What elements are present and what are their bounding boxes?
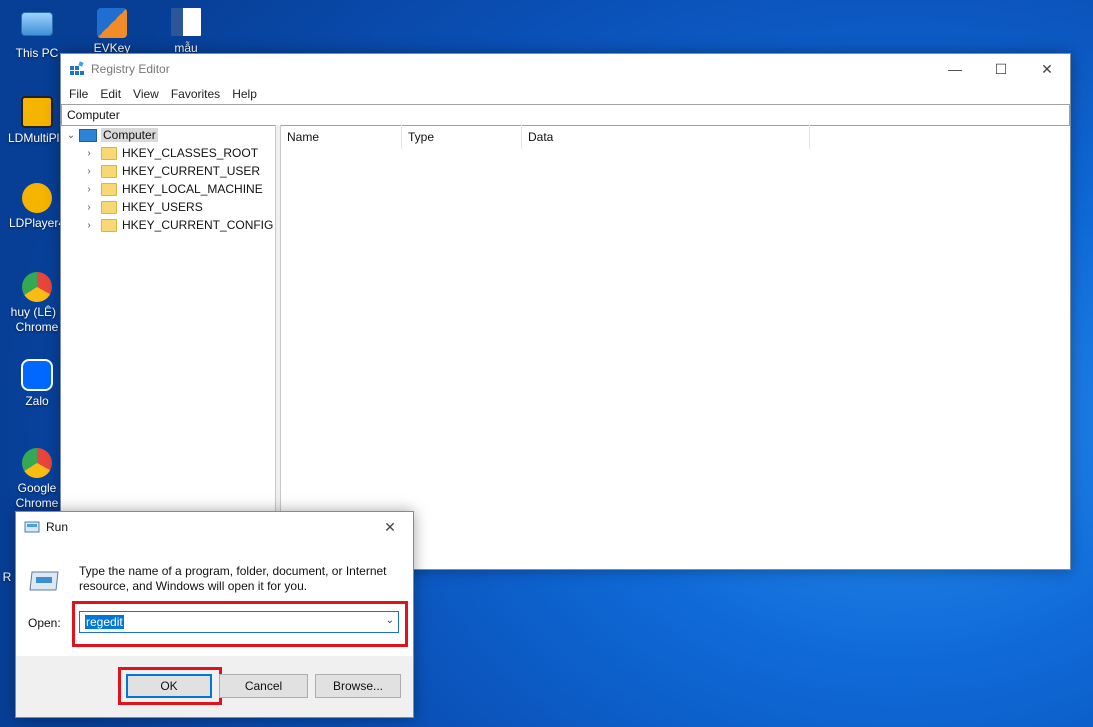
folder-icon: [101, 218, 117, 232]
combobox-highlight: [72, 601, 408, 647]
list-header: Name Type Data: [281, 125, 810, 149]
chevron-right-icon[interactable]: ›: [83, 148, 95, 159]
open-label: Open:: [28, 616, 61, 630]
ldplayer-icon: [22, 183, 52, 213]
desktop-icon-label: R: [2, 570, 12, 584]
desktop-icon-label: LDPlayer4: [8, 216, 66, 230]
run-icon: [24, 521, 40, 533]
chevron-right-icon[interactable]: ›: [83, 166, 95, 177]
desktop-icon-label: Zalo: [25, 394, 49, 408]
menu-view[interactable]: View: [127, 87, 165, 101]
tree-node-hkcu[interactable]: › HKEY_CURRENT_USER: [83, 162, 260, 180]
registry-panes: ⌄ Computer › HKEY_CLASSES_ROOT › HKEY_CU…: [61, 125, 1070, 569]
zalo-icon: [21, 359, 53, 391]
tree-node-label: HKEY_CLASSES_ROOT: [122, 146, 259, 160]
tree-node-hku[interactable]: › HKEY_USERS: [83, 198, 203, 216]
desktop-icon-label: huy (LÊ) - Chrome: [10, 305, 64, 334]
word-document-icon: [171, 8, 201, 36]
tree-node-hklm[interactable]: › HKEY_LOCAL_MACHINE: [83, 180, 263, 198]
window-title: Registry Editor: [91, 62, 170, 76]
close-icon: ✕: [1041, 60, 1053, 77]
tree-node-hkcr[interactable]: › HKEY_CLASSES_ROOT: [83, 144, 258, 162]
browse-button[interactable]: Browse...: [315, 674, 401, 698]
minimize-icon: —: [948, 61, 962, 77]
run-close-button[interactable]: ✕: [367, 512, 413, 542]
folder-icon: [101, 200, 117, 214]
tree-node-hkcc[interactable]: › HKEY_CURRENT_CONFIG: [83, 216, 273, 234]
computer-icon: [21, 12, 53, 36]
registry-editor-window: Registry Editor — ☐ ✕ File Edit View Fav…: [60, 53, 1071, 570]
desktop-icon-label: LDMultiPla: [7, 131, 67, 145]
run-description: Type the name of a program, folder, docu…: [79, 564, 387, 593]
registry-tree: ⌄ Computer › HKEY_CLASSES_ROOT › HKEY_CU…: [61, 125, 276, 569]
chevron-down-icon[interactable]: ⌄: [65, 130, 77, 141]
run-dialog: Run ✕ Type the name of a program, folder…: [15, 511, 414, 718]
run-program-icon: [29, 571, 59, 591]
close-icon: ✕: [384, 518, 396, 535]
run-titlebar[interactable]: Run ✕: [16, 512, 413, 542]
registry-editor-icon: [70, 61, 84, 75]
menu-file[interactable]: File: [63, 87, 94, 101]
minimize-button[interactable]: —: [932, 54, 978, 84]
tree-node-computer[interactable]: ⌄ Computer: [65, 126, 158, 144]
menu-help[interactable]: Help: [226, 87, 263, 101]
tree-node-label: Computer: [101, 128, 158, 142]
ok-button-highlight: [118, 667, 222, 705]
column-header-data[interactable]: Data: [522, 125, 810, 149]
chrome-icon: [22, 272, 52, 302]
folder-icon: [101, 146, 117, 160]
menu-favorites[interactable]: Favorites: [165, 87, 226, 101]
menu-edit[interactable]: Edit: [94, 87, 127, 101]
chrome-icon: [22, 448, 52, 478]
tree-node-label: HKEY_CURRENT_CONFIG: [122, 218, 274, 232]
chevron-right-icon[interactable]: ›: [83, 202, 95, 213]
registry-values-list: Name Type Data: [281, 125, 1070, 569]
column-header-name[interactable]: Name: [281, 125, 402, 149]
close-button[interactable]: ✕: [1024, 54, 1070, 84]
menu-bar: File Edit View Favorites Help: [61, 84, 1070, 104]
run-title: Run: [46, 520, 69, 534]
evkey-icon: [97, 8, 127, 38]
tree-node-label: HKEY_LOCAL_MACHINE: [122, 182, 263, 196]
desktop-icon-word-doc[interactable]: mẫu: [151, 8, 221, 56]
address-bar[interactable]: Computer: [61, 104, 1070, 126]
computer-icon: [79, 128, 97, 142]
chevron-right-icon[interactable]: ›: [83, 220, 95, 231]
column-header-type[interactable]: Type: [402, 125, 522, 149]
folder-icon: [101, 182, 117, 196]
chevron-right-icon[interactable]: ›: [83, 184, 95, 195]
ldmultiplayer-icon: [21, 96, 53, 128]
folder-icon: [101, 164, 117, 178]
desktop-icon-label: Google Chrome: [15, 481, 59, 510]
maximize-icon: ☐: [994, 60, 1008, 77]
registry-editor-titlebar[interactable]: Registry Editor — ☐ ✕: [61, 54, 1070, 84]
tree-node-label: HKEY_CURRENT_USER: [122, 164, 261, 178]
desktop-icon-label: This PC: [15, 46, 59, 60]
desktop-icon-evkey[interactable]: EVKey: [77, 8, 147, 56]
cancel-button[interactable]: Cancel: [219, 674, 308, 698]
maximize-button[interactable]: ☐: [978, 54, 1024, 84]
tree-node-label: HKEY_USERS: [122, 200, 203, 214]
